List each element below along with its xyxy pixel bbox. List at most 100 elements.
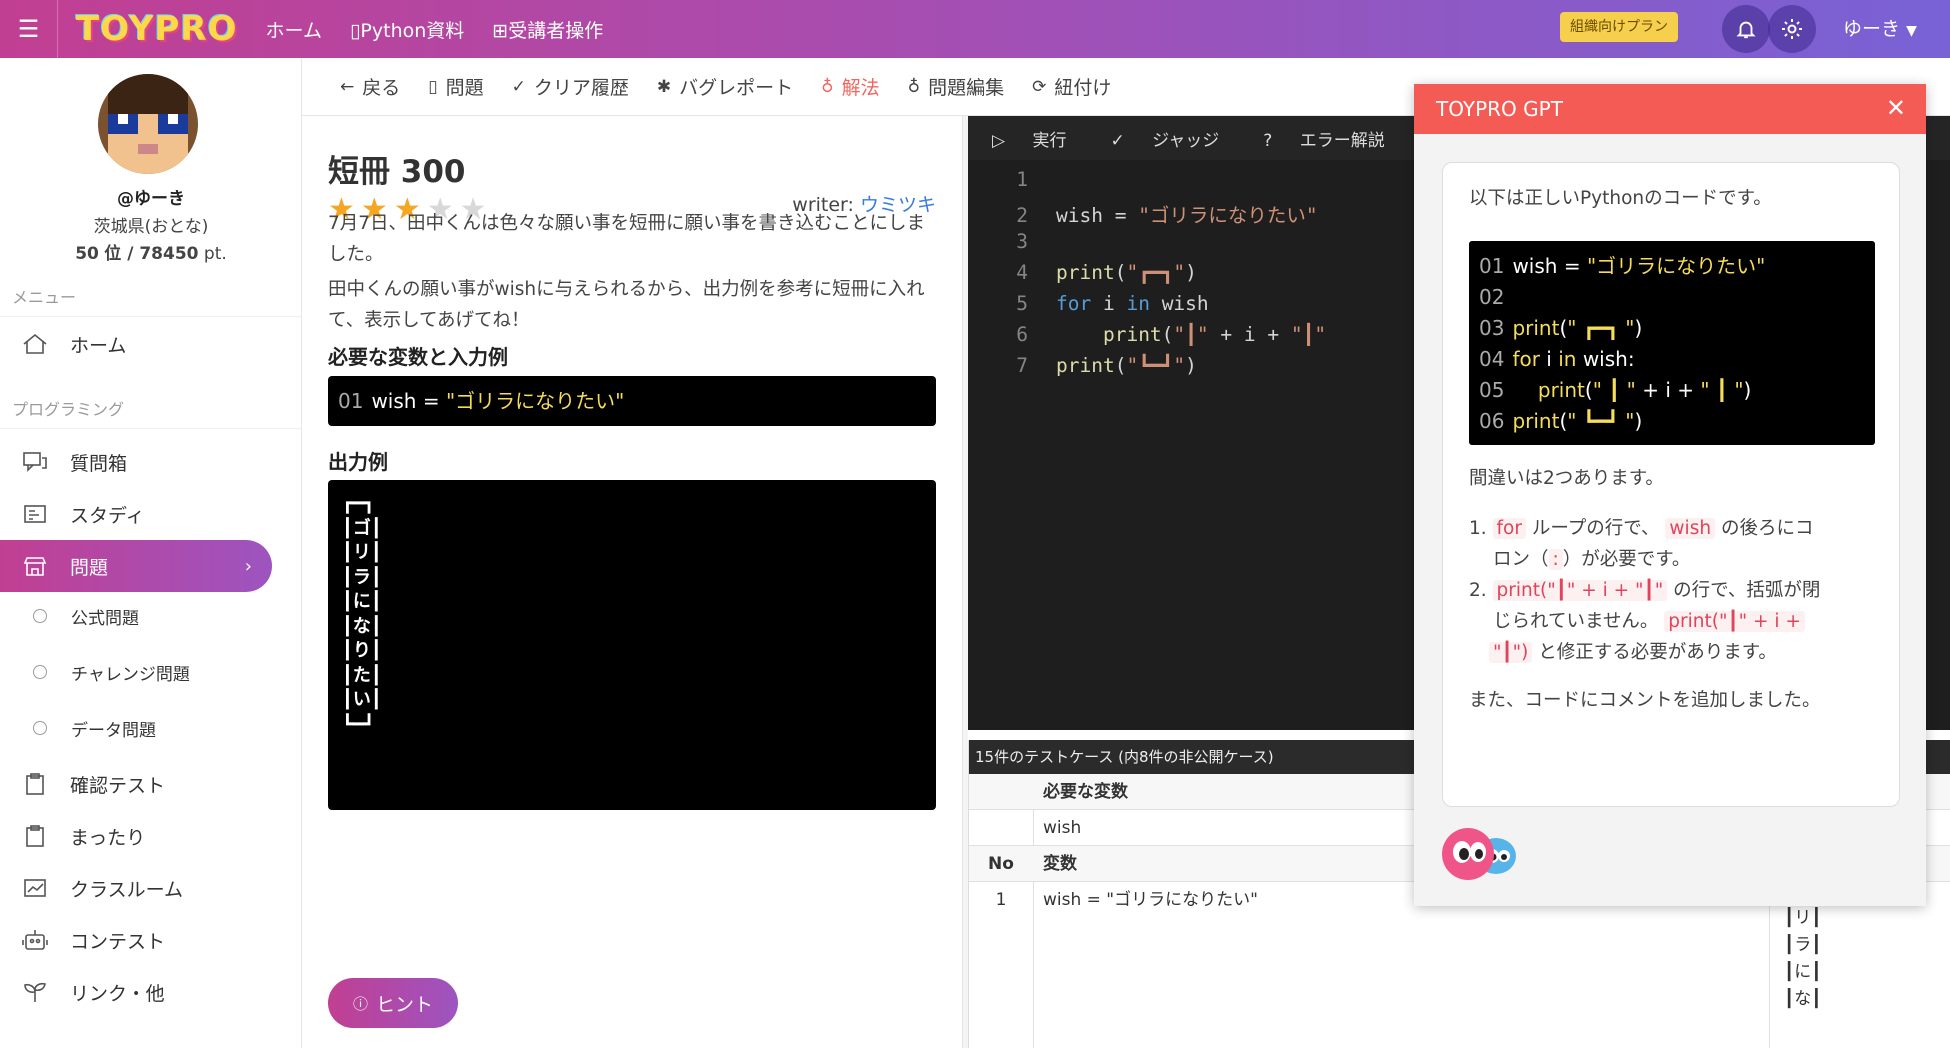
arrow-left-icon: ← xyxy=(340,76,355,97)
run-button[interactable]: ▷ 実行 xyxy=(992,126,1088,151)
points-unit: pt. xyxy=(203,244,227,264)
hamburger-menu-icon[interactable]: ☰ xyxy=(0,0,58,58)
output-heading: 出力例 xyxy=(328,450,388,474)
line-number: 4 xyxy=(1016,261,1028,284)
error-explain-button[interactable]: ? エラー解説 xyxy=(1263,126,1406,151)
link-tab[interactable]: ⟳ 紐付け xyxy=(1032,73,1111,100)
user-menu[interactable]: ゆーき ▼ xyxy=(1843,14,1917,41)
chart-icon xyxy=(0,877,70,899)
sidebar-item-relaxed[interactable]: まったり xyxy=(0,810,272,862)
menu-section-label: メニュー xyxy=(12,288,77,307)
point-text: の行で、括弧が閉 xyxy=(1673,580,1821,601)
solution-tab[interactable]: ♁ 解法 xyxy=(821,73,879,100)
expected-output-line: ┃リ┃ xyxy=(1784,908,1822,928)
radio-icon xyxy=(33,609,47,623)
code-chip: : xyxy=(1548,549,1563,570)
problem-tab[interactable]: ▯ 問題 xyxy=(428,73,483,100)
line-number: 1 xyxy=(1016,168,1028,191)
chat-icon xyxy=(0,451,70,473)
plan-button[interactable]: 組織向けプラン xyxy=(1560,12,1678,42)
top-bar: ☰ TOYPRO ホーム ▯Python資料 ⊞受講者操作 組織向けプラン ゆー… xyxy=(0,0,1950,58)
sidebar-item-test[interactable]: 確認テスト xyxy=(0,758,272,810)
sidebar-item-links[interactable]: リンク・他 xyxy=(0,966,272,1018)
editor-line[interactable]: 2 wish = "ゴリラになりたい" xyxy=(968,199,1398,230)
avatar[interactable] xyxy=(98,74,198,174)
line-number: 5 xyxy=(1016,292,1028,315)
user-handle: @ゆーき xyxy=(117,189,185,209)
judge-button[interactable]: ✓ ジャッジ xyxy=(1110,126,1241,151)
gpt-header: TOYPRO GPT xyxy=(1414,84,1926,134)
bug-report-tab[interactable]: ✱ バグレポート xyxy=(657,73,793,100)
clear-history-tab[interactable]: ✓ クリア履歴 xyxy=(512,73,629,100)
clipboard-icon xyxy=(0,824,70,848)
line-number: 01 xyxy=(1479,254,1505,278)
problem-description: 7月7日、田中くんは色々な願い事を短冊に願い事を書き込むことにしました。 xyxy=(328,213,926,265)
sidebar-subitem-data[interactable]: データ問題 xyxy=(0,708,272,748)
gpt-code-line: 04 for i in wish: xyxy=(1479,347,1635,371)
clear-history-label: クリア履歴 xyxy=(533,77,629,99)
sidebar-item-label: まったり xyxy=(70,826,146,849)
clipboard-icon xyxy=(0,772,70,796)
sidebar-item-label: クラスルーム xyxy=(70,878,184,901)
gpt-point-1: 1. for ループの行で、 wish の後ろにコ ロン（: ）が必要です。 xyxy=(1469,513,1889,575)
error-explain-label: エラー解説 xyxy=(1299,130,1385,151)
editor-line[interactable]: 1 xyxy=(968,168,1398,199)
sidebar-item-home[interactable]: ホーム xyxy=(0,318,272,370)
sidebar-subitem-challenge[interactable]: チャレンジ問題 xyxy=(0,652,272,692)
edit-problem-tab[interactable]: ♁ 問題編集 xyxy=(908,73,1004,100)
editor-line[interactable]: 5 for i in wish xyxy=(968,292,1398,323)
problem-tab-label: 問題 xyxy=(445,77,484,99)
expected-output-line: ┃な┃ xyxy=(1784,989,1822,1009)
nav-home[interactable]: ホーム xyxy=(266,16,322,43)
hint-button[interactable]: ⓘ ヒント xyxy=(328,978,458,1028)
code-chip: for xyxy=(1492,518,1526,539)
editor-line[interactable]: 6 print("┃" + i + "┃" xyxy=(968,323,1398,354)
bug-icon: ✱ xyxy=(656,76,672,97)
user-name: ゆーき xyxy=(1843,18,1901,40)
logo[interactable]: TOYPRO xyxy=(76,9,238,49)
line-number: 06 xyxy=(1479,409,1505,433)
info-icon: ⓘ xyxy=(352,994,368,1013)
notifications-button[interactable] xyxy=(1722,5,1770,53)
sidebar-item-contest[interactable]: コンテスト xyxy=(0,914,272,966)
sidebar-subitem-label: 公式問題 xyxy=(71,608,139,629)
input-var: wish = xyxy=(371,389,446,413)
shop-icon xyxy=(0,555,70,577)
back-button[interactable]: ← 戻る xyxy=(340,73,400,100)
sidebar-item-label: 質問箱 xyxy=(70,452,128,475)
gpt-code-line: 02 xyxy=(1479,282,1865,313)
bell-icon xyxy=(1736,21,1756,39)
point-number: 1. xyxy=(1469,518,1487,539)
sidebar-item-label: リンク・他 xyxy=(70,982,165,1005)
output-line: ┃な┃ xyxy=(342,615,382,637)
gpt-code-line: 06 print(" ┗━┛ ") xyxy=(1479,409,1643,433)
nav-student-ops-label: 受講者操作 xyxy=(508,19,604,42)
sidebar-item-study[interactable]: スタディ xyxy=(0,488,272,540)
editor-line[interactable]: 4 print("┏━┓") xyxy=(968,261,1398,292)
line-number: 3 xyxy=(1016,230,1028,253)
rank-number: 50 xyxy=(75,244,99,264)
gpt-code-line: 01 wish = "ゴリラになりたい" xyxy=(1479,254,1766,278)
gpt-outro: また、コードにコメントを追加しました。 xyxy=(1469,690,1821,711)
output-line: ┃た┃ xyxy=(342,664,382,686)
line-number: 01 xyxy=(338,389,364,413)
gpt-title: TOYPRO GPT xyxy=(1436,97,1563,121)
settings-button[interactable] xyxy=(1768,5,1816,53)
nav-student-ops[interactable]: ⊞受講者操作 xyxy=(492,16,603,43)
back-label: 戻る xyxy=(362,77,401,99)
code-chip: print("┃" + i + "┃" xyxy=(1492,580,1668,601)
gear-icon xyxy=(1782,19,1802,39)
line-number: 02 xyxy=(1479,285,1505,309)
editor-line[interactable]: 3 xyxy=(968,230,1398,261)
sidebar-subitem-official[interactable]: 公式問題 xyxy=(0,596,272,636)
nav-python-docs[interactable]: ▯Python資料 xyxy=(350,16,464,43)
sidebar-item-classroom[interactable]: クラスルーム xyxy=(0,862,272,914)
close-icon[interactable]: ✕ xyxy=(1886,94,1906,122)
gpt-mascot[interactable] xyxy=(1438,824,1522,888)
input-value: "ゴリラになりたい" xyxy=(445,389,625,413)
sidebar-item-questions[interactable]: 質問箱 xyxy=(0,436,272,488)
editor-line[interactable]: 7 print("┗━┛") xyxy=(968,354,1398,385)
total-points: 78450 xyxy=(139,244,199,264)
sidebar-item-problems[interactable]: 問題 › xyxy=(0,540,272,592)
link-label: 紐付け xyxy=(1054,77,1112,99)
